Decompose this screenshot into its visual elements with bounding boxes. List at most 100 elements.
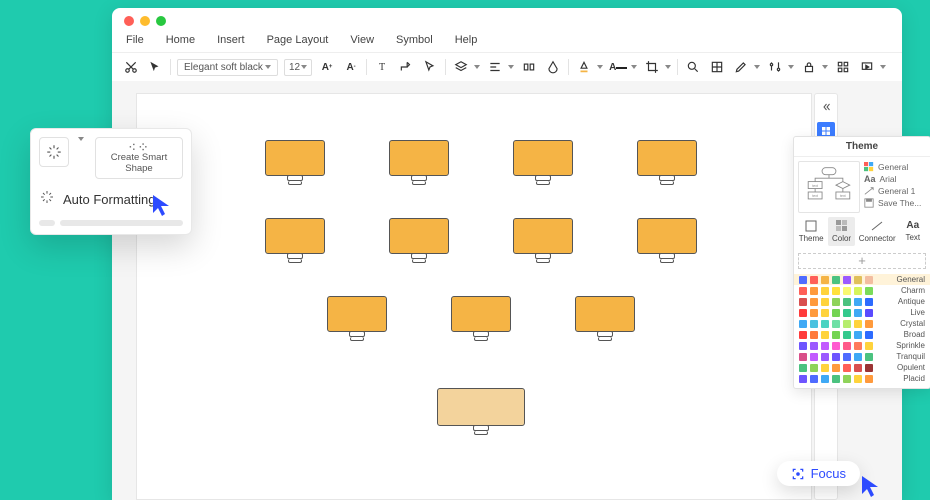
drawing-canvas[interactable] (136, 93, 812, 500)
color-swatch (821, 375, 829, 383)
settings-icon[interactable] (766, 58, 784, 76)
text-tool-icon[interactable]: T (373, 58, 391, 76)
menu-symbol[interactable]: Symbol (396, 34, 433, 46)
palette-row-crystal[interactable]: Crystal (794, 318, 930, 329)
theme-tab-theme[interactable]: Theme (798, 217, 824, 246)
color-swatch (843, 331, 851, 339)
student-desk-shape[interactable] (513, 218, 573, 259)
palette-row-broad[interactable]: Broad (794, 329, 930, 340)
layers-icon[interactable] (452, 58, 470, 76)
theme-panel-title: Theme (794, 137, 930, 157)
font-size-select[interactable]: 12 (284, 59, 312, 76)
grid-view-icon[interactable] (834, 58, 852, 76)
pen-icon[interactable] (732, 58, 750, 76)
menu-page-layout[interactable]: Page Layout (267, 34, 329, 46)
table-icon[interactable] (708, 58, 726, 76)
palette-row-placid[interactable]: Placid (794, 373, 930, 384)
student-desk-shape[interactable] (637, 140, 697, 181)
focus-button[interactable]: Focus (777, 461, 860, 486)
spark-dropdown-icon[interactable] (77, 137, 87, 141)
font-decrease-icon[interactable]: A- (342, 58, 360, 76)
theme-tab-connector[interactable]: Connector (859, 217, 896, 246)
color-swatch (821, 331, 829, 339)
cursor-icon (151, 193, 173, 217)
align-icon[interactable] (486, 58, 504, 76)
color-swatch (810, 375, 818, 383)
pointer-icon[interactable] (146, 58, 164, 76)
theme-row-font[interactable]: Aa Arial (864, 174, 926, 184)
menu-bar: File Home Insert Page Layout View Symbol… (112, 34, 902, 52)
auto-formatting-popup: ⁖⁘ Create Smart Shape Auto Formatting (30, 128, 192, 235)
menu-home[interactable]: Home (166, 34, 195, 46)
palette-row-charm[interactable]: Charm (794, 285, 930, 296)
svg-text:text: text (812, 194, 818, 198)
color-swatch (854, 353, 862, 361)
spark-button[interactable] (39, 137, 69, 167)
palette-row-general[interactable]: General (794, 274, 930, 285)
theme-row-connector[interactable]: General 1 (864, 186, 926, 196)
menu-file[interactable]: File (126, 34, 144, 46)
color-swatch (810, 276, 818, 284)
color-swatch (865, 375, 873, 383)
popup-slider[interactable] (39, 220, 183, 226)
select-tool-icon[interactable] (421, 58, 439, 76)
theme-add-button[interactable]: + (798, 253, 926, 269)
opacity-icon[interactable] (544, 58, 562, 76)
lock-icon[interactable] (800, 58, 818, 76)
maximize-window-icon[interactable] (156, 16, 166, 26)
theme-tab-color[interactable]: Color (828, 217, 854, 246)
student-desk-shape[interactable] (513, 140, 573, 181)
font-increase-icon[interactable]: A+ (318, 58, 336, 76)
crop-icon[interactable] (643, 58, 661, 76)
palette-row-antique[interactable]: Antique (794, 296, 930, 307)
palette-row-live[interactable]: Live (794, 307, 930, 318)
color-swatch (843, 298, 851, 306)
font-color-icon[interactable]: A (609, 58, 627, 76)
create-smart-shape-button[interactable]: ⁖⁘ Create Smart Shape (95, 137, 183, 179)
present-icon[interactable] (858, 58, 876, 76)
color-swatch (865, 342, 873, 350)
palette-row-opulent[interactable]: Opulent (794, 362, 930, 373)
student-desk-shape[interactable] (637, 218, 697, 259)
student-desk-shape[interactable] (389, 140, 449, 181)
distribute-icon[interactable] (520, 58, 538, 76)
theme-tab-text[interactable]: Aa Text (900, 217, 926, 246)
palette-row-label: Crystal (900, 319, 925, 328)
menu-view[interactable]: View (350, 34, 374, 46)
search-icon[interactable] (684, 58, 702, 76)
theme-row-save[interactable]: Save The... (864, 198, 926, 208)
minimize-window-icon[interactable] (140, 16, 150, 26)
font-family-select[interactable]: Elegant soft black (177, 59, 278, 76)
cut-icon[interactable] (122, 58, 140, 76)
student-desk-shape[interactable] (265, 140, 325, 181)
color-swatch (832, 331, 840, 339)
connector-tool-icon[interactable] (397, 58, 415, 76)
color-swatch (810, 287, 818, 295)
student-desk-shape[interactable] (389, 218, 449, 259)
menu-insert[interactable]: Insert (217, 34, 245, 46)
teacher-desk-shape[interactable] (437, 388, 525, 431)
rail-collapse-icon[interactable] (817, 98, 835, 116)
student-desk-shape[interactable] (327, 296, 387, 337)
student-desk-shape[interactable] (451, 296, 511, 337)
palette-row-sprinkle[interactable]: Sprinkle (794, 340, 930, 351)
color-swatch (865, 287, 873, 295)
color-swatch (865, 320, 873, 328)
color-swatch (843, 342, 851, 350)
color-swatch (843, 353, 851, 361)
color-swatch (832, 375, 840, 383)
color-swatch (854, 298, 862, 306)
menu-help[interactable]: Help (455, 34, 478, 46)
fill-color-icon[interactable] (575, 58, 593, 76)
color-swatch (854, 364, 862, 372)
color-swatch (799, 309, 807, 317)
color-swatch (799, 375, 807, 383)
student-desk-shape[interactable] (575, 296, 635, 337)
theme-preview[interactable]: text text text (798, 161, 860, 213)
color-swatch (832, 364, 840, 372)
close-window-icon[interactable] (124, 16, 134, 26)
color-swatch (799, 287, 807, 295)
student-desk-shape[interactable] (265, 218, 325, 259)
theme-row-general[interactable]: General (864, 162, 926, 172)
palette-row-tranquil[interactable]: Tranquil (794, 351, 930, 362)
